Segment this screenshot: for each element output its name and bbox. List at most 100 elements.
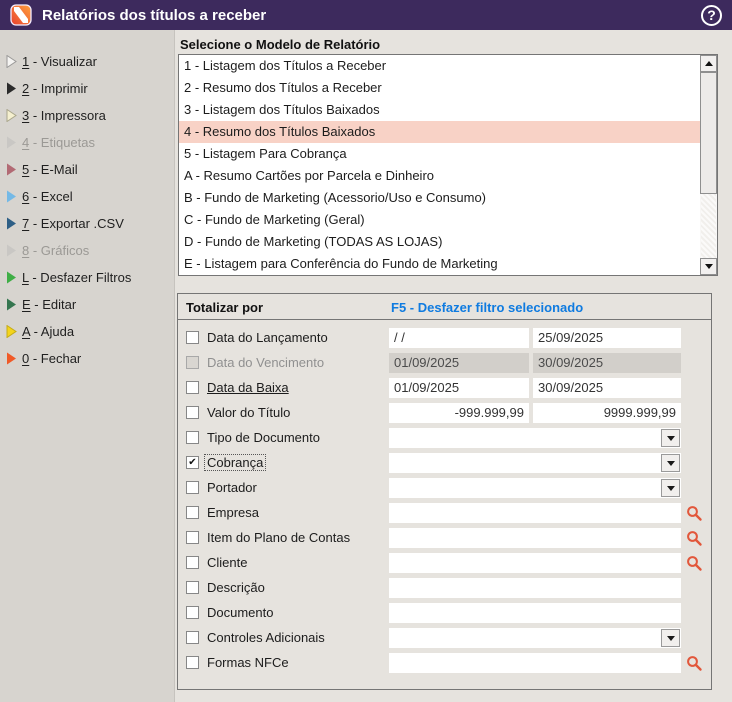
report-model-item[interactable]: 2 - Resumo dos Títulos a Receber [179,77,700,99]
scroll-up-button[interactable] [700,55,717,72]
sidebar-item-exportar-csv[interactable]: 7 - Exportar .CSV [0,210,174,237]
checkbox[interactable] [186,381,199,394]
clear-filter-link[interactable]: F5 - Desfazer filtro selecionado [391,300,583,315]
sidebar-item-impressora[interactable]: 3 - Impressora [0,102,174,129]
text-field[interactable] [389,603,681,623]
combo-field[interactable] [389,628,681,648]
report-model-item[interactable]: 5 - Listagem Para Cobrança [179,143,700,165]
sidebar-item-imprimir[interactable]: 2 - Imprimir [0,75,174,102]
checkbox[interactable] [186,481,199,494]
checkbox[interactable]: ✔ [186,456,199,469]
checkbox[interactable] [186,506,199,519]
checkbox[interactable] [186,631,199,644]
sidebar-item-editar[interactable]: E - Editar [0,291,174,318]
report-model-item[interactable]: 3 - Listagem dos Títulos Baixados [179,99,700,121]
menu-arrow-icon [7,271,16,284]
lookup-field[interactable] [389,528,681,548]
sidebar-item-label: 3 - Impressora [22,108,106,123]
listbox-scrollbar[interactable] [700,55,717,275]
report-model-item[interactable]: A - Resumo Cartões por Parcela e Dinheir… [179,165,700,187]
report-model-item[interactable]: C - Fundo de Marketing (Geral) [179,209,700,231]
sidebar-item-visualizar[interactable]: 1 - Visualizar [0,48,174,75]
filter-label[interactable]: Controles Adicionais [207,630,325,645]
checkbox[interactable] [186,556,199,569]
chevron-down-icon [666,435,675,441]
sidebar-item-label: L - Desfazer Filtros [22,270,132,285]
report-model-item[interactable]: D - Fundo de Marketing (TODAS AS LOJAS) [179,231,700,253]
lookup-field[interactable] [389,553,681,573]
search-icon[interactable] [686,655,703,672]
filter-label[interactable]: Formas NFCe [207,655,289,670]
text-field[interactable] [389,578,681,598]
menu-arrow-icon [7,244,16,257]
combo-field[interactable] [389,428,681,448]
sidebar-item-e-mail[interactable]: 5 - E-Mail [0,156,174,183]
sidebar-item-fechar[interactable]: 0 - Fechar [0,345,174,372]
filter-label[interactable]: Empresa [207,505,259,520]
sidebar-item-label: 7 - Exportar .CSV [22,216,124,231]
combo-field[interactable] [389,478,681,498]
filter-row: ✔ Cobrança [178,453,711,473]
lookup-field[interactable] [389,503,681,523]
report-model-item[interactable]: B - Fundo de Marketing (Acessorio/Uso e … [179,187,700,209]
date-from-field[interactable]: / / [389,328,529,348]
date-to-field[interactable]: 30/09/2025 [533,378,681,398]
checkbox[interactable] [186,606,199,619]
filter-label[interactable]: Cliente [207,555,247,570]
sidebar-item-desfazer-filtros[interactable]: L - Desfazer Filtros [0,264,174,291]
report-model-item[interactable]: E - Listagem para Conferência do Fundo d… [179,253,700,275]
sidebar-item-label: 2 - Imprimir [22,81,88,96]
amount-max-field[interactable]: 9999.999,99 [533,403,681,423]
menu-arrow-icon [7,163,16,176]
scroll-down-button[interactable] [700,258,717,275]
dropdown-button[interactable] [661,454,680,472]
dropdown-button[interactable] [661,429,680,447]
filter-row: Portador [178,478,711,498]
sidebar-item-ajuda[interactable]: A - Ajuda [0,318,174,345]
sidebar-item-label: 0 - Fechar [22,351,82,366]
checkbox[interactable] [186,406,199,419]
scroll-up-icon [704,61,713,66]
checkbox[interactable] [186,531,199,544]
filter-label[interactable]: Documento [207,605,273,620]
filter-label[interactable]: Cobrança [203,454,267,471]
filter-label[interactable]: Valor do Título [207,405,290,420]
menu-arrow-icon [7,298,16,311]
checkbox[interactable] [186,331,199,344]
filter-row: Data do Vencimento 01/09/2025 30/09/2025 [178,353,711,373]
report-model-item[interactable]: 4 - Resumo dos Títulos Baixados [179,121,700,143]
filter-row: Tipo de Documento [178,428,711,448]
checkbox[interactable] [186,581,199,594]
search-icon[interactable] [686,555,703,572]
report-model-item[interactable]: 1 - Listagem dos Títulos a Receber [179,55,700,77]
sidebar-item-excel[interactable]: 6 - Excel [0,183,174,210]
filter-row: Data do Lançamento / /25/09/2025 [178,328,711,348]
checkbox[interactable] [186,656,199,669]
filter-label[interactable]: Tipo de Documento [207,430,320,445]
date-from-field[interactable]: 01/09/2025 [389,378,529,398]
date-to-field[interactable]: 25/09/2025 [533,328,681,348]
filter-label[interactable]: Item do Plano de Contas [207,530,350,545]
sidebar-item-label: A - Ajuda [22,324,75,339]
checkbox[interactable] [186,431,199,444]
filter-label[interactable]: Data da Baixa [207,380,289,395]
dropdown-button[interactable] [661,479,680,497]
report-list-label: Selecione o Modelo de Relatório [180,37,381,52]
lookup-field[interactable] [389,653,681,673]
search-icon[interactable] [686,505,703,522]
sidebar-item-label: 6 - Excel [22,189,73,204]
menu-arrow-icon [7,190,16,203]
dropdown-button[interactable] [661,629,680,647]
combo-field[interactable] [389,453,681,473]
scrollbar-track[interactable] [701,194,716,258]
help-icon[interactable]: ? [701,4,722,26]
title-bar: Relatórios dos títulos a receber ? [0,0,732,30]
filter-label[interactable]: Descrição [207,580,265,595]
search-icon[interactable] [686,530,703,547]
sidebar-item-etiquetas: 4 - Etiquetas [0,129,174,156]
scrollbar-thumb[interactable] [700,72,717,194]
filter-label[interactable]: Data do Lançamento [207,330,328,345]
filter-label[interactable]: Portador [207,480,257,495]
menu-arrow-icon [7,82,16,95]
amount-min-field[interactable]: -999.999,99 [389,403,529,423]
